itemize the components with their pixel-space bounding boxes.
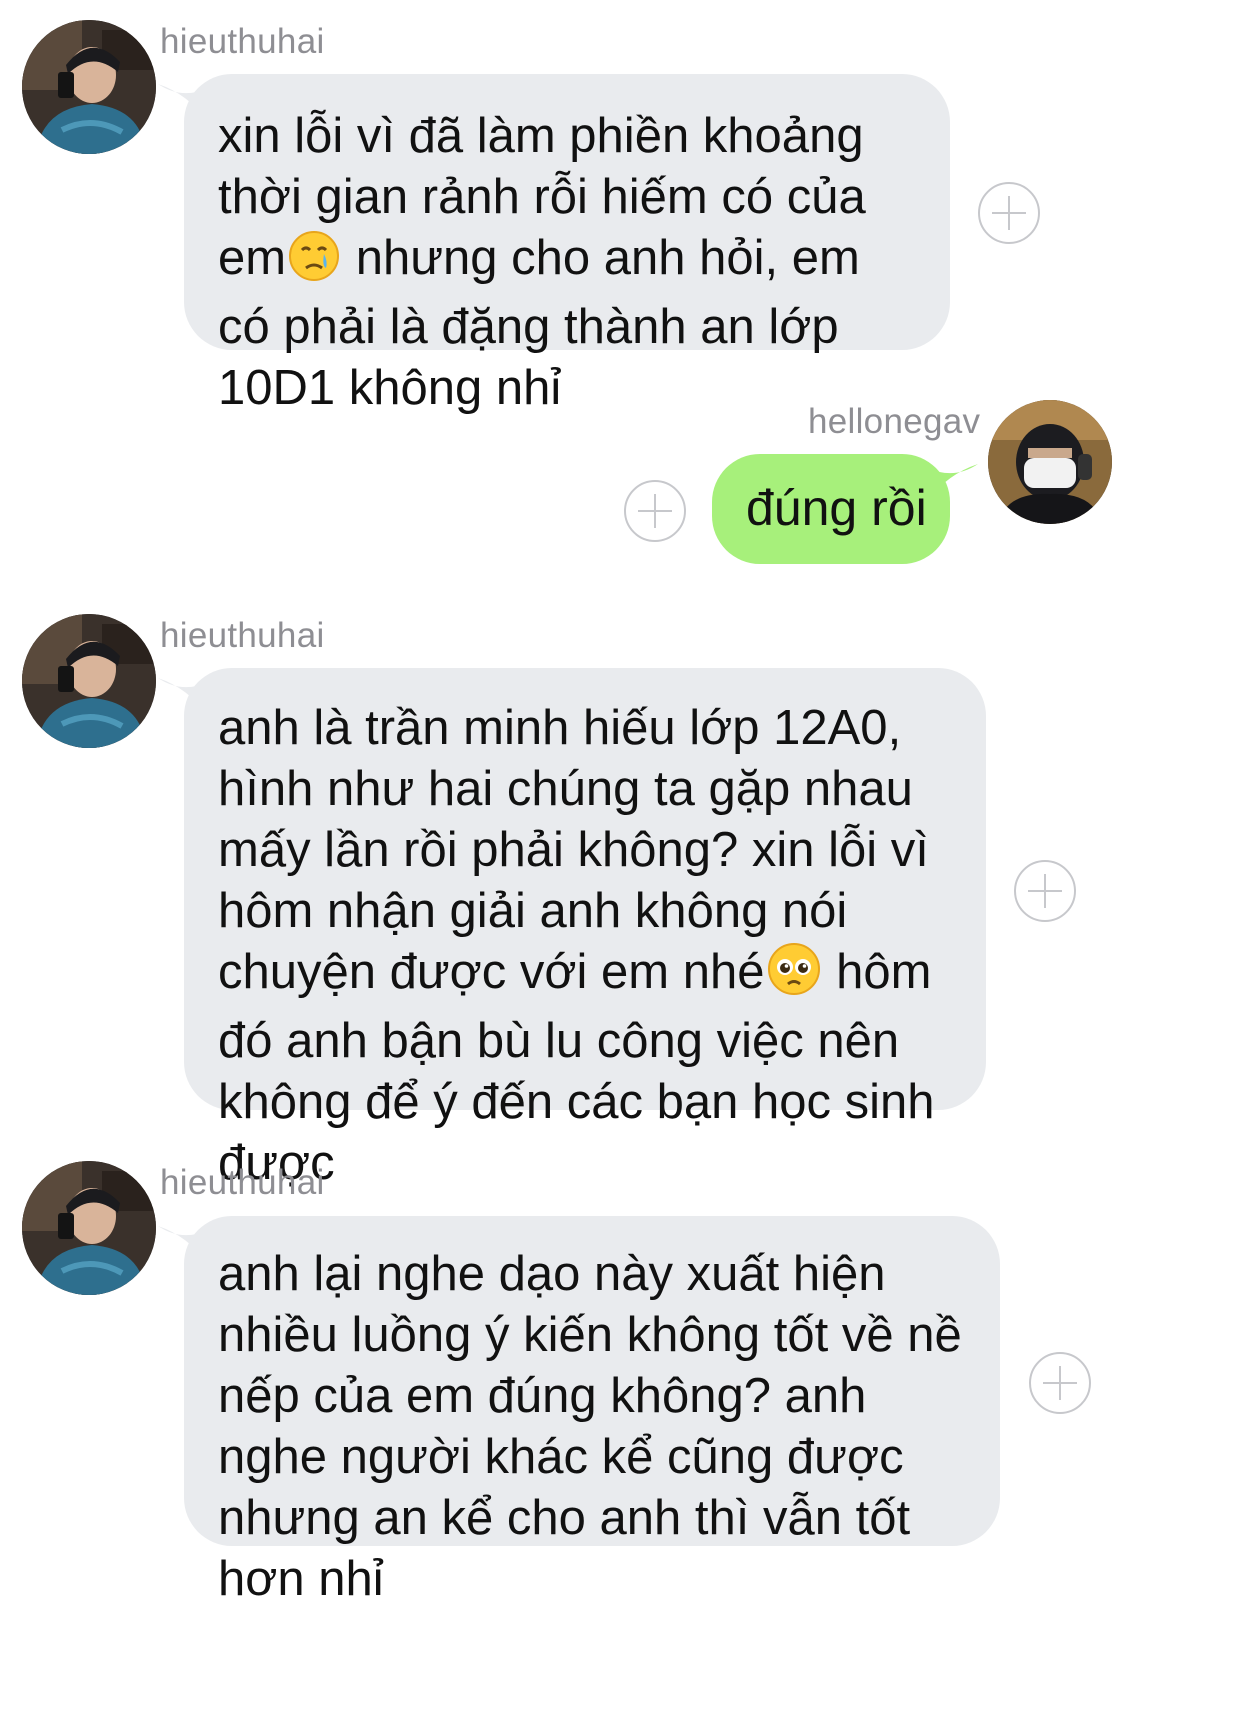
message-bubble[interactable]: anh là trần minh hiếu lớp 12A0, hình như… — [184, 668, 986, 1190]
add-reaction-icon[interactable] — [624, 480, 686, 542]
avatar-hellonegav[interactable] — [988, 400, 1112, 524]
sender-name: hieuthuhai — [160, 22, 325, 61]
avatar-hieuthuhai[interactable] — [22, 20, 156, 154]
sender-name: hieuthuhai — [160, 1163, 325, 1202]
sender-name: hieuthuhai — [160, 616, 325, 655]
avatar-hieuthuhai[interactable] — [22, 614, 156, 748]
sender-name: hellonegav — [808, 402, 981, 441]
avatar-hellonegav-image — [988, 400, 1112, 524]
avatar-hieuthuhai-image — [22, 614, 156, 748]
message-bubble[interactable]: đúng rồi — [712, 454, 950, 564]
message-bubble[interactable]: xin lỗi vì đã làm phiền khoảng thời gian… — [184, 74, 950, 415]
crying-face-emoji — [288, 230, 340, 297]
avatar-hieuthuhai[interactable] — [22, 1161, 156, 1295]
add-reaction-icon[interactable] — [1029, 1352, 1091, 1414]
avatar-hieuthuhai-image — [22, 20, 156, 154]
add-reaction-icon[interactable] — [1014, 860, 1076, 922]
message-text: đúng rồi — [746, 480, 927, 536]
message-text: anh lại nghe dạo này xuất hiện nhiều luồ… — [218, 1247, 962, 1606]
add-reaction-icon[interactable] — [978, 182, 1040, 244]
avatar-hieuthuhai-image — [22, 1161, 156, 1295]
pleading-face-emoji — [767, 942, 821, 1011]
message-bubble[interactable]: anh lại nghe dạo này xuất hiện nhiều luồ… — [184, 1216, 1000, 1606]
